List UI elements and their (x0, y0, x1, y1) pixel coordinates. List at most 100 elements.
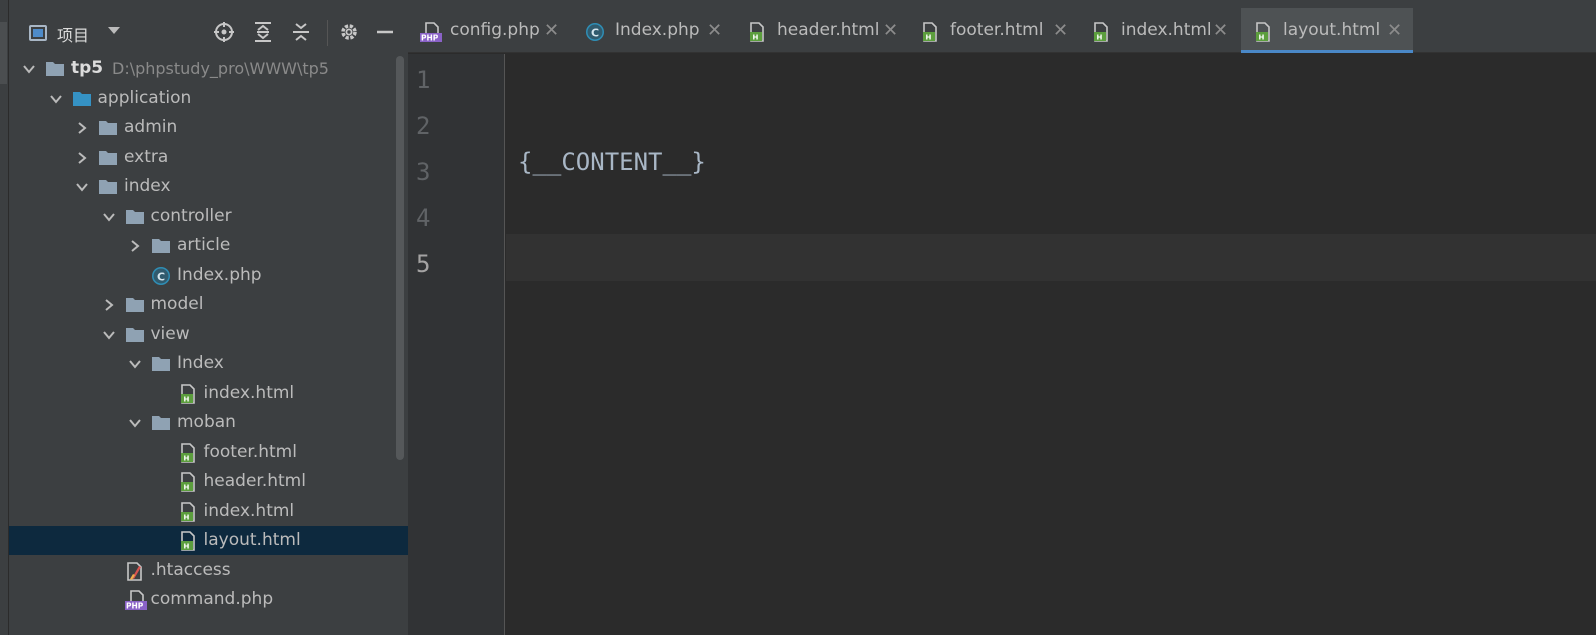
close-icon[interactable]: ✕ (1387, 20, 1402, 41)
editor-tab[interactable]: C Index.php ✕ (573, 8, 732, 53)
folder-icon (151, 236, 171, 254)
tab-label: Index.php (615, 20, 700, 40)
tree-item[interactable]: tp5 D:\phpstudy_pro\WWW\tp5 (9, 54, 408, 83)
tree-item[interactable]: extra (9, 143, 408, 172)
tree-item[interactable]: view (9, 320, 408, 349)
folder-icon (98, 177, 118, 195)
crosshair-icon[interactable] (213, 21, 235, 43)
tree-item-label: application (97, 87, 192, 108)
tree-item[interactable]: Hfooter.html (9, 438, 408, 467)
tree-item[interactable]: Hheader.html (9, 467, 408, 496)
expand-all-icon[interactable] (252, 21, 274, 43)
gear-icon[interactable] (338, 21, 360, 43)
chevron-down-icon[interactable] (108, 27, 120, 34)
close-icon[interactable]: ✕ (707, 20, 722, 41)
line-number-gutter: 1 2 3 4 5 (408, 54, 505, 635)
html-file-icon: H (920, 22, 940, 42)
svg-text:H: H (926, 34, 932, 42)
project-view-icon (29, 25, 47, 41)
editor-tab[interactable]: Hfooter.html ✕ (908, 8, 1076, 53)
tool-window-strip (0, 0, 9, 635)
tab-label: index.html (1121, 20, 1212, 40)
line-number: 2 (416, 112, 431, 140)
folder-icon (125, 207, 145, 225)
close-icon[interactable]: ✕ (1053, 20, 1068, 41)
tree-item-label: command.php (150, 589, 274, 609)
close-icon[interactable]: ✕ (1213, 20, 1228, 41)
tree-item-label: admin (124, 117, 178, 137)
htaccess-file-icon (125, 561, 145, 581)
php-class-icon: C (151, 266, 171, 285)
tree-item[interactable]: moban (9, 408, 408, 437)
project-panel-title[interactable]: 项目 (57, 22, 89, 46)
chevron-down-icon[interactable] (21, 61, 37, 77)
html-file-icon: H (178, 472, 198, 492)
php-file-icon: PHP (420, 22, 442, 43)
tree-item[interactable]: C Index.php (9, 261, 408, 290)
folder-icon (151, 413, 171, 431)
chevron-right-icon[interactable] (74, 150, 90, 166)
close-icon[interactable]: ✕ (544, 20, 559, 41)
tree-item[interactable]: application (9, 84, 408, 113)
svg-text:C: C (591, 27, 599, 40)
tree-item[interactable]: PHP command.php (9, 585, 408, 614)
chevron-down-icon[interactable] (48, 91, 64, 107)
chevron-down-icon[interactable] (127, 356, 143, 372)
svg-text:H: H (1097, 34, 1103, 42)
chevron-down-icon[interactable] (127, 415, 143, 431)
tree-item[interactable]: Index (9, 349, 408, 378)
project-panel-header: 项目 (9, 8, 408, 53)
folder-icon (125, 325, 145, 343)
html-file-icon: H (1253, 22, 1273, 42)
php-file-icon: PHP (124, 590, 147, 611)
tree-item[interactable]: model (9, 290, 408, 319)
minus-icon[interactable] (374, 21, 396, 43)
tree-item[interactable]: Hindex.html (9, 497, 408, 526)
tab-label: config.php (450, 20, 540, 40)
html-file-icon: H (178, 442, 198, 463)
close-icon[interactable]: ✕ (883, 20, 898, 41)
tool-window-tab[interactable] (0, 22, 7, 84)
tree-item[interactable]: Hindex.html (9, 379, 408, 408)
tab-label: layout.html (1283, 20, 1381, 40)
chevron-right-icon[interactable] (74, 120, 90, 136)
tree-item[interactable]: Hlayout.html (9, 526, 408, 555)
tree-scrollbar[interactable] (396, 56, 404, 460)
tree-item-label: model (150, 294, 204, 314)
chevron-right-icon[interactable] (127, 238, 143, 254)
tree-item[interactable]: .htaccess (9, 556, 408, 585)
svg-text:PHP: PHP (126, 602, 144, 611)
chevron-down-icon[interactable] (101, 327, 117, 343)
tab-label: footer.html (950, 20, 1044, 40)
editor-tab-bar: PHP config.php ✕ C Index.php ✕ Hheader.html ✕ Hf… (408, 8, 1596, 53)
html-file-icon: H (178, 501, 198, 522)
tree-item[interactable]: admin (9, 113, 408, 142)
collapse-all-icon[interactable] (290, 21, 312, 43)
editor-tab[interactable]: Hheader.html ✕ (735, 8, 906, 53)
svg-text:PHP: PHP (421, 34, 439, 43)
tree-item[interactable]: article (9, 231, 408, 260)
html-file-icon: H (178, 383, 198, 404)
folder-icon (98, 118, 118, 136)
chevron-down-icon[interactable] (74, 179, 90, 195)
folder-icon (125, 295, 145, 313)
svg-text:H: H (1259, 34, 1265, 42)
svg-text:H: H (183, 513, 189, 521)
chevron-right-icon[interactable] (101, 297, 117, 313)
tree-item-label: header.html (203, 471, 306, 491)
tree-item-label: moban (177, 412, 236, 432)
svg-text:C: C (157, 270, 165, 283)
project-path: D:\phpstudy_pro\WWW\tp5 (112, 59, 329, 78)
editor-tab[interactable]: Hindex.html ✕ (1079, 8, 1237, 53)
editor-tab[interactable]: PHP config.php ✕ (408, 8, 570, 53)
html-file-icon: H (1091, 22, 1111, 42)
code-line-3[interactable]: {__CONTENT__} (518, 148, 706, 176)
chevron-down-icon[interactable] (101, 209, 117, 225)
tree-item[interactable]: index (9, 172, 408, 201)
tree-item-label: Index (177, 353, 224, 373)
tree-item-label: footer.html (203, 441, 297, 462)
tree-item[interactable]: controller (9, 202, 408, 231)
svg-text:H: H (183, 395, 189, 403)
editor-tab[interactable]: Hlayout.html ✕ (1241, 8, 1413, 53)
tree-item-label: tp5 (71, 58, 104, 78)
